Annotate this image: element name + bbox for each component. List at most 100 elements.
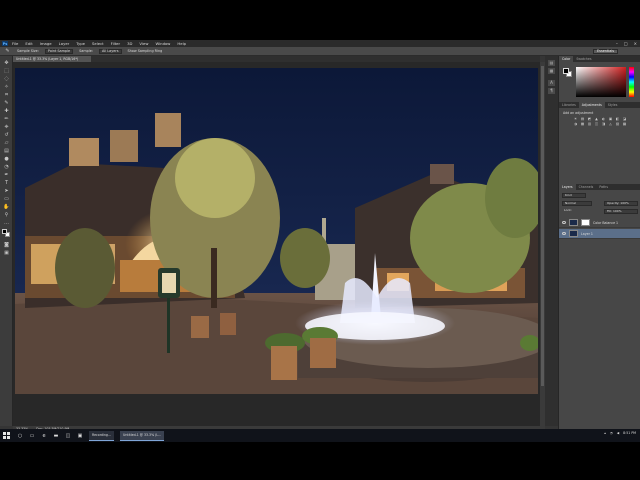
- vibrance-adjust-icon[interactable]: ◐: [601, 117, 606, 121]
- close-icon[interactable]: ×: [634, 41, 637, 46]
- brush-tool-icon[interactable]: ✏: [3, 116, 10, 122]
- hue-saturation-adjust-icon[interactable]: ▣: [608, 117, 613, 121]
- eraser-tool-icon[interactable]: ▱: [3, 140, 10, 146]
- blur-tool-icon[interactable]: ●: [3, 156, 10, 162]
- canvas-image[interactable]: [15, 68, 538, 394]
- color-balance-adjust-icon[interactable]: ◧: [615, 117, 620, 121]
- show-ring-checkbox[interactable]: Show Sampling Ring: [128, 49, 163, 53]
- visibility-eye-icon[interactable]: [562, 232, 566, 235]
- move-tool-icon[interactable]: ✥: [3, 60, 10, 66]
- gradient-tool-icon[interactable]: ▤: [3, 148, 10, 154]
- levels-adjust-icon[interactable]: ▤: [580, 117, 585, 121]
- menu-3d[interactable]: 3D: [127, 41, 132, 46]
- opacity-field[interactable]: Opacity: 100%: [604, 201, 638, 206]
- hand-tool-icon[interactable]: ✋: [3, 204, 10, 210]
- scrollbar-thumb[interactable]: [541, 66, 544, 386]
- zoom-tool-icon[interactable]: ⚲: [3, 212, 10, 218]
- eyedropper-icon[interactable]: ✎: [3, 100, 10, 106]
- gradient-map-adjust-icon[interactable]: ▧: [615, 122, 620, 126]
- clock[interactable]: 8:51 PM: [623, 431, 636, 435]
- tab-color[interactable]: Color: [559, 56, 574, 62]
- menu-edit[interactable]: Edit: [25, 41, 32, 46]
- minimize-icon[interactable]: –: [616, 41, 618, 46]
- workspace-select[interactable]: Essentials: [593, 49, 618, 54]
- layer-mask-thumbnail[interactable]: [581, 219, 590, 226]
- channel-mixer-adjust-icon[interactable]: ▦: [580, 122, 585, 126]
- task-view-icon[interactable]: ▭: [29, 433, 35, 439]
- visibility-eye-icon[interactable]: [562, 221, 566, 224]
- volume-icon[interactable]: ◀: [617, 431, 619, 435]
- color-picker-field[interactable]: [576, 67, 626, 97]
- store-icon[interactable]: ◫: [65, 433, 71, 439]
- screen-mode-icon[interactable]: ▣: [3, 250, 10, 256]
- edge-icon[interactable]: e: [41, 433, 47, 439]
- sample-size-select[interactable]: Point Sample: [44, 48, 74, 54]
- notifications-icon[interactable]: ▴: [604, 431, 606, 435]
- pen-tool-icon[interactable]: ✒: [3, 172, 10, 178]
- posterize-adjust-icon[interactable]: ◨: [601, 122, 606, 126]
- menu-image[interactable]: Image: [40, 41, 52, 46]
- menu-window[interactable]: Window: [155, 41, 170, 46]
- tab-adjustments[interactable]: Adjustments: [578, 102, 605, 108]
- eyedropper-tool-icon[interactable]: ✎: [4, 48, 11, 54]
- fg-color-chip[interactable]: [563, 68, 569, 74]
- menu-select[interactable]: Select: [92, 41, 104, 46]
- layer-kind-filter[interactable]: Kind: [562, 193, 586, 198]
- properties-panel-icon[interactable]: ▦: [548, 68, 555, 74]
- network-icon[interactable]: ◔: [610, 431, 613, 435]
- character-panel-icon[interactable]: A: [548, 80, 555, 86]
- history-panel-icon[interactable]: ▤: [548, 60, 555, 66]
- invert-adjust-icon[interactable]: ◫: [594, 122, 599, 126]
- photo-filter-adjust-icon[interactable]: ◑: [573, 122, 578, 126]
- layer-name[interactable]: Color Balance 1: [593, 221, 618, 225]
- healing-brush-icon[interactable]: ✚: [3, 108, 10, 114]
- exposure-adjust-icon[interactable]: ▲: [594, 117, 599, 121]
- curves-adjust-icon[interactable]: ◩: [587, 117, 592, 121]
- menu-layer[interactable]: Layer: [59, 41, 70, 46]
- color-lookup-adjust-icon[interactable]: ▥: [587, 122, 592, 126]
- photoshop-taskbar-icon[interactable]: ▣: [77, 433, 83, 439]
- quick-select-tool-icon[interactable]: ✧: [3, 84, 10, 90]
- sample-select[interactable]: All Layers: [98, 48, 122, 54]
- menu-view[interactable]: View: [139, 41, 148, 46]
- layer-row-selected[interactable]: Layer 1: [559, 229, 640, 239]
- path-select-icon[interactable]: ➤: [3, 188, 10, 194]
- tab-layers[interactable]: Layers: [559, 184, 576, 190]
- crop-tool-icon[interactable]: ⌗: [3, 92, 10, 98]
- threshold-adjust-icon[interactable]: ◬: [608, 122, 613, 126]
- history-brush-icon[interactable]: ↺: [3, 132, 10, 138]
- menu-type[interactable]: Type: [76, 41, 85, 46]
- maximize-icon[interactable]: □: [624, 41, 628, 46]
- layer-name[interactable]: Layer 1: [581, 232, 593, 236]
- menu-filter[interactable]: Filter: [111, 41, 120, 46]
- search-icon[interactable]: ○: [17, 433, 23, 439]
- quick-mask-icon[interactable]: ◙: [3, 242, 10, 248]
- clone-stamp-icon[interactable]: ⎈: [3, 124, 10, 130]
- foreground-color-swatch[interactable]: [2, 229, 7, 234]
- taskbar-app-photoshop[interactable]: Untitled-1 @ 33.3% (L...: [119, 430, 165, 441]
- tab-channels[interactable]: Channels: [576, 184, 597, 190]
- taskbar-app-recording[interactable]: Recording...: [89, 430, 114, 441]
- tab-libraries[interactable]: Libraries: [559, 102, 579, 108]
- file-explorer-icon[interactable]: ▬: [53, 433, 59, 439]
- shape-tool-icon[interactable]: ▭: [3, 196, 10, 202]
- tab-swatches[interactable]: Swatches: [573, 56, 594, 62]
- menu-file[interactable]: File: [12, 41, 18, 46]
- fill-field[interactable]: Fill: 100%: [604, 209, 638, 214]
- dodge-tool-icon[interactable]: ◔: [3, 164, 10, 170]
- menu-help[interactable]: Help: [177, 41, 186, 46]
- start-button-icon[interactable]: [3, 431, 11, 440]
- black-white-adjust-icon[interactable]: ◪: [622, 117, 627, 121]
- layer-row[interactable]: Color Balance 1: [559, 218, 640, 228]
- brightness-adjust-icon[interactable]: ☀: [573, 117, 578, 121]
- blend-mode-select[interactable]: Normal: [562, 201, 592, 206]
- lasso-tool-icon[interactable]: ◌: [3, 76, 10, 82]
- selective-color-adjust-icon[interactable]: ▩: [622, 122, 627, 126]
- marquee-tool-icon[interactable]: ⬚: [3, 68, 10, 74]
- tab-paths[interactable]: Paths: [596, 184, 611, 190]
- tab-styles[interactable]: Styles: [605, 102, 621, 108]
- paragraph-panel-icon[interactable]: ¶: [548, 88, 555, 94]
- more-tools-icon[interactable]: …: [3, 220, 10, 226]
- canvas-area[interactable]: [13, 62, 540, 426]
- hue-slider[interactable]: [629, 67, 634, 97]
